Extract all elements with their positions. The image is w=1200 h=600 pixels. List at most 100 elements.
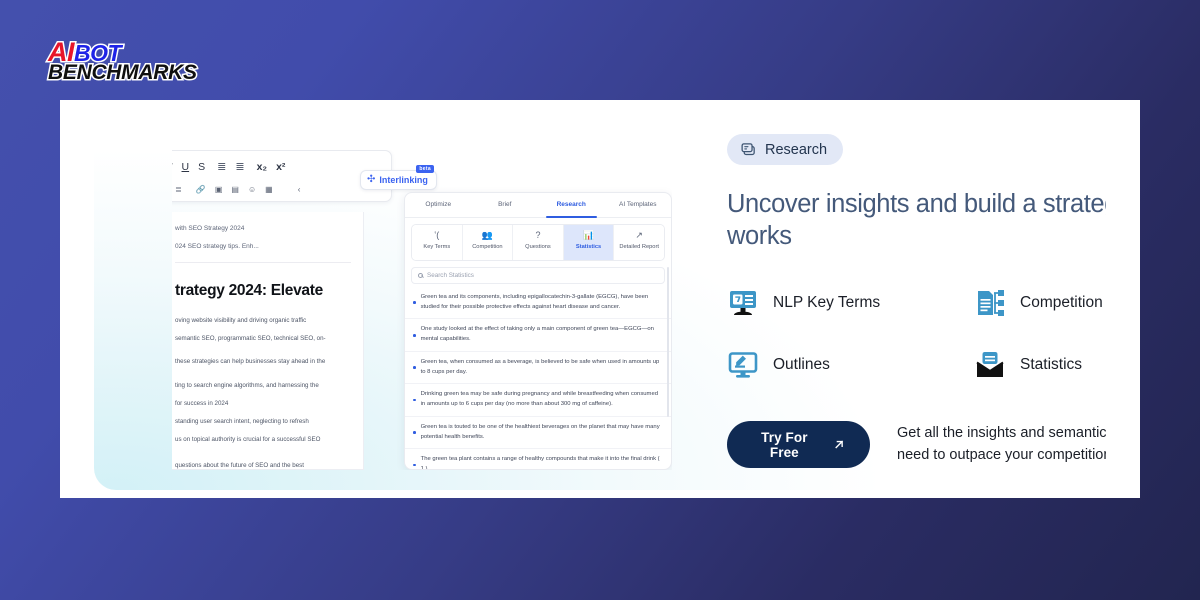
research-panel: Optimize Brief Research AI Templates ‛( … [404,192,672,470]
editor-toolbar-row-2: ☰ ≣ 🔗 ▣ ▤ ☺ ▦ ‹ [172,181,381,199]
try-for-free-label: Try For Free [761,429,808,460]
feature-label: Competition Analysis [1020,294,1106,312]
editor-toolbar-row-1: B I U S ≣ ≣ x₂ x² [172,158,381,176]
page-title: Uncover insights and build a strategy th… [727,190,1106,251]
arrow-up-right-icon [834,440,843,449]
tab-optimize[interactable]: Optimize [405,193,472,217]
editor-document-title: trategy 2024: Elevate [175,281,323,299]
content-card: B I U S ≣ ≣ x₂ x² ☰ ≣ 🔗 ▣ ▤ [60,100,1140,498]
subtab-questions[interactable]: ? Questions [513,225,564,260]
bar-chart-icon: 📊 [582,230,595,240]
list-item-text: The green tea plant contains a range of … [420,456,660,470]
list-item[interactable]: Drinking green tea may be safe during pr… [405,384,671,417]
monitor-pen-icon [728,352,758,378]
marketing-content: Research Uncover insights and build a st… [727,134,1106,469]
list-item-text: Drinking green tea may be safe during pr… [420,391,659,408]
feature-statistics: Statistics [974,349,1106,381]
stacked-cards-icon [741,143,755,156]
list-item-text: Green tea and its components, including … [420,294,649,310]
list-item[interactable]: Green tea and its components, including … [405,287,671,320]
feature-outlines: Outlines [727,349,974,381]
underline-icon[interactable]: U [182,162,190,173]
envelope-document-icon [976,352,1004,378]
editor-paragraph: questions about the future of SEO and th… [175,461,304,469]
editor-paragraph: semantic SEO, programmatic SEO, technica… [175,334,326,342]
feature-nlp-key-terms: NLP Key Terms [727,287,974,319]
tab-ai-templates[interactable]: AI Templates [605,193,672,217]
logo-benchmarks-text: BENCHMARKS [47,60,199,84]
try-for-free-button[interactable]: Try For Free [727,421,870,469]
editor-paragraph: for success in 2024 [175,400,229,408]
feature-list: NLP Key Terms Competition Outlines Stati… [727,287,1106,381]
editor-paragraph: these strategies can help businesses sta… [175,358,326,366]
site-logo: AIBOT BENCHMARKS [47,37,199,84]
bullet-icon [413,366,416,369]
interlinking-label: Interlinking [379,175,428,185]
list-item-text: Green tea, when consumed as a beverage, … [420,358,660,375]
bullet-list-icon[interactable]: ≣ [235,161,244,173]
interlinking-icon: ✣ [367,174,376,185]
editor-divider [175,261,351,263]
editor-paragraph: us on topical authority is crucial for a… [175,435,321,443]
list-item[interactable]: One study looked at the effect of taking… [405,319,671,352]
list-item[interactable]: The green tea plant contains a range of … [405,449,671,470]
users-icon: 👥 [481,230,493,240]
interlinking-button[interactable]: ✣ Interlinking beta [360,165,437,190]
feature-label: Statistics [1020,356,1083,374]
subscript-icon[interactable]: x₂ [257,162,268,173]
content-panel: B I U S ≣ ≣ x₂ x² ☰ ≣ 🔗 ▣ ▤ [94,108,1106,490]
italic-icon[interactable]: I [172,162,173,173]
subtab-questions-label: Questions [525,244,551,250]
image-icon[interactable]: ▣ [215,186,223,194]
search-icon [418,273,423,278]
strikethrough-icon[interactable]: S [198,162,205,173]
quote-icon: ‛( [434,230,440,240]
video-icon[interactable]: ▤ [231,186,239,194]
editor-meta-line-1: with SEO Strategy 2024 [175,225,245,232]
superscript-icon[interactable]: x² [276,162,285,173]
subtab-statistics[interactable]: 📊 Statistics [563,225,615,260]
search-placeholder: Search Statistics [427,272,474,279]
chevron-right-icon[interactable]: ‹ [298,186,301,194]
panel-scrollbar[interactable] [667,267,669,417]
monitor-keyterms-icon [730,291,756,316]
search-statistics-input[interactable]: Search Statistics [411,267,665,284]
editor-meta-line-2: 024 SEO strategy tips. Enh... [175,243,259,251]
cta-row: Try For Free Get all the insights and se… [727,421,1106,469]
emoji-icon[interactable]: ☺ [248,186,256,194]
bullet-icon [413,431,416,434]
bullet-icon [413,301,416,305]
research-badge-label: Research [765,141,828,158]
ordered-list-icon[interactable]: ≣ [217,161,226,173]
editor-paragraph: oving website visibility and driving org… [175,316,307,324]
editor-paragraph: standing user search intent, neglecting … [175,418,309,425]
research-badge: Research [727,134,844,165]
question-icon: ? [535,230,541,240]
subtab-key-terms[interactable]: ‛( Key Terms [412,225,463,260]
research-tab-bar: Optimize Brief Research AI Templates [405,193,671,218]
statistics-list: Green tea and its components, including … [405,287,671,470]
external-link-icon: ↗ [635,230,643,240]
subtab-competition-label: Competition [472,244,503,250]
link-icon[interactable]: 🔗 [196,186,206,194]
list-item[interactable]: Green tea is touted to be one of the hea… [405,417,671,450]
editor-paragraph: ting to search engine algorithms, and ha… [175,382,319,390]
tab-research[interactable]: Research [538,193,605,218]
subtab-detailed-report-label: Detailed Report [619,244,659,250]
list-item-text: One study looked at the effect of taking… [420,326,654,343]
subtab-competition[interactable]: 👥 Competition [462,225,514,260]
bullet-icon [413,398,416,402]
document-hierarchy-icon [978,290,1004,317]
subtab-detailed-report[interactable]: ↗ Detailed Report [614,225,664,260]
tab-brief[interactable]: Brief [472,193,539,217]
table-icon[interactable]: ▦ [265,186,273,194]
feature-competition-analysis: Competition Analysis [974,287,1106,319]
research-subtab-bar: ‛( Key Terms 👥 Competition ? Questions 📊… [411,224,665,261]
subtab-statistics-label: Statistics [575,244,602,250]
list-item[interactable]: Green tea, when consumed as a beverage, … [405,352,671,385]
page-background: AIBOT BENCHMARKS B I U S ≣ ≣ x₂ [0,0,1200,600]
editor-document[interactable]: with SEO Strategy 2024 024 SEO strategy … [172,212,364,470]
subtab-key-terms-label: Key Terms [423,244,451,250]
interlinking-beta-badge: beta [416,165,434,173]
indent-icon[interactable]: ≣ [175,186,182,194]
